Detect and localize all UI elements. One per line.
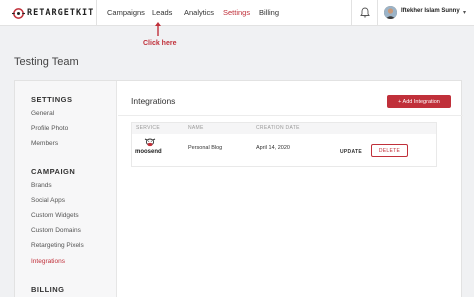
- column-header-creation-date: CREATION DATE: [256, 125, 300, 131]
- moosend-logo: moosend: [135, 137, 165, 161]
- sidebar-item-social-apps[interactable]: Social Apps: [31, 197, 65, 204]
- crosshair-icon: [12, 7, 25, 19]
- sidebar-item-general[interactable]: General: [31, 110, 54, 117]
- top-navbar: RETARGETKIT Campaigns Leads Analytics Se…: [0, 0, 474, 26]
- divider: [118, 115, 463, 116]
- sidebar-item-custom-widgets[interactable]: Custom Widgets: [31, 212, 79, 219]
- sidebar-item-profile-photo[interactable]: Profile Photo: [31, 125, 68, 132]
- user-name[interactable]: Iftekher Islam Sunny: [401, 8, 460, 14]
- sidebar-item-custom-domains[interactable]: Custom Domains: [31, 227, 81, 234]
- service-name: moosend: [135, 149, 162, 155]
- retargetkit-logo[interactable]: RETARGETKIT: [12, 6, 94, 20]
- avatar[interactable]: [384, 6, 397, 19]
- nav-divider: [96, 0, 97, 26]
- sidebar-item-brands[interactable]: Brands: [31, 182, 52, 189]
- integration-name: Personal Blog: [188, 145, 223, 151]
- sidebar-item-integrations[interactable]: Integrations: [31, 258, 65, 265]
- nav-analytics[interactable]: Analytics: [184, 8, 214, 17]
- moosend-cow-icon: [144, 138, 156, 147]
- table-header: SERVICE NAME CREATION DATE: [132, 123, 436, 134]
- delete-button[interactable]: DELETE: [371, 144, 408, 157]
- avatar-image: [384, 6, 397, 19]
- bell-icon[interactable]: [360, 7, 370, 18]
- sidebar-heading-campaign: CAMPAIGN: [31, 167, 76, 176]
- page-title: Testing Team: [14, 56, 79, 68]
- sidebar-heading-billing: BILLING: [31, 285, 65, 294]
- logo-text: RETARGETKIT: [27, 8, 95, 18]
- sidebar-heading-settings: SETTINGS: [31, 95, 73, 104]
- annotation-click-here: Click here: [143, 40, 177, 47]
- nav-settings[interactable]: Settings: [223, 8, 250, 17]
- nav-divider: [377, 0, 378, 26]
- column-header-name: NAME: [188, 125, 204, 131]
- integrations-table: SERVICE NAME CREATION DATE moosend Perso…: [131, 122, 437, 167]
- arrow-up-icon: [155, 22, 161, 36]
- settings-card: SETTINGS General Profile Photo Members C…: [14, 80, 463, 297]
- nav-leads[interactable]: Leads: [152, 8, 172, 17]
- column-header-service: SERVICE: [136, 125, 160, 131]
- nav-billing[interactable]: Billing: [259, 8, 279, 17]
- creation-date: April 14, 2020: [256, 145, 290, 151]
- sidebar-item-members[interactable]: Members: [31, 140, 58, 147]
- chevron-down-icon[interactable]: ▾: [463, 9, 466, 16]
- nav-campaigns[interactable]: Campaigns: [107, 8, 145, 17]
- nav-divider: [351, 0, 352, 26]
- add-integration-button[interactable]: + Add Integration: [387, 95, 451, 108]
- sidebar-item-retargeting-pixels[interactable]: Retargeting Pixels: [31, 242, 84, 249]
- integrations-title: Integrations: [131, 96, 176, 106]
- settings-sidebar: SETTINGS General Profile Photo Members C…: [15, 81, 117, 297]
- update-button[interactable]: UPDATE: [340, 149, 362, 155]
